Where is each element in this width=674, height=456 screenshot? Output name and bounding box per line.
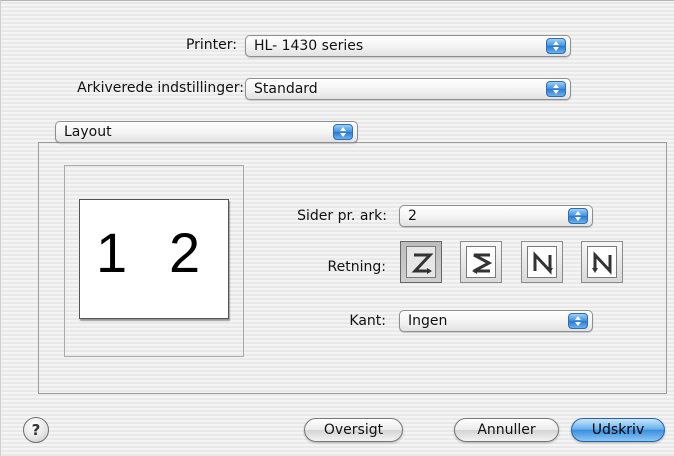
popup-arrows-icon (568, 313, 588, 329)
preview-page-number: 2 (169, 221, 201, 284)
printer-value: HL- 1430 series (254, 38, 364, 54)
direction-label: Retning: (327, 259, 386, 275)
panel-popup[interactable]: Layout (55, 121, 358, 143)
preview-button[interactable]: Oversigt (304, 418, 403, 442)
printer-popup[interactable]: HL- 1430 series (245, 35, 571, 57)
z-order-icon (411, 253, 434, 274)
presets-value: Standard (254, 81, 318, 97)
presets-label: Arkiverede indstillinger: (77, 80, 244, 96)
n-order-icon (592, 251, 612, 275)
popup-arrows-icon (568, 208, 588, 224)
pages-per-sheet-popup[interactable]: 2 (399, 205, 593, 227)
preview-page-number: 1 (96, 221, 128, 284)
layout-preview-page: 1 2 (79, 199, 229, 319)
panel-value: Layout (64, 124, 112, 140)
direction-z-button[interactable] (400, 241, 442, 283)
popup-arrows-icon (333, 124, 353, 140)
help-button[interactable]: ? (23, 417, 49, 443)
popup-arrows-icon (546, 38, 566, 54)
direction-n-button[interactable] (581, 241, 623, 283)
pages-per-sheet-value: 2 (408, 208, 417, 224)
cancel-button[interactable]: Annuller (454, 418, 559, 442)
border-value: Ingen (408, 313, 448, 329)
s-order-icon (472, 253, 493, 274)
presets-popup[interactable]: Standard (245, 78, 571, 100)
print-button[interactable]: Udskriv (571, 418, 665, 442)
print-dialog: Printer: HL- 1430 series Arkiverede inds… (0, 0, 674, 456)
direction-s-button[interactable] (460, 241, 502, 283)
n-reverse-order-icon (533, 251, 553, 275)
pages-per-sheet-label: Sider pr. ark: (297, 208, 387, 224)
border-label: Kant: (349, 313, 386, 329)
border-popup[interactable]: Ingen (399, 310, 593, 332)
direction-n-reverse-button[interactable] (521, 241, 563, 283)
printer-label: Printer: (185, 37, 237, 53)
popup-arrows-icon (546, 81, 566, 97)
